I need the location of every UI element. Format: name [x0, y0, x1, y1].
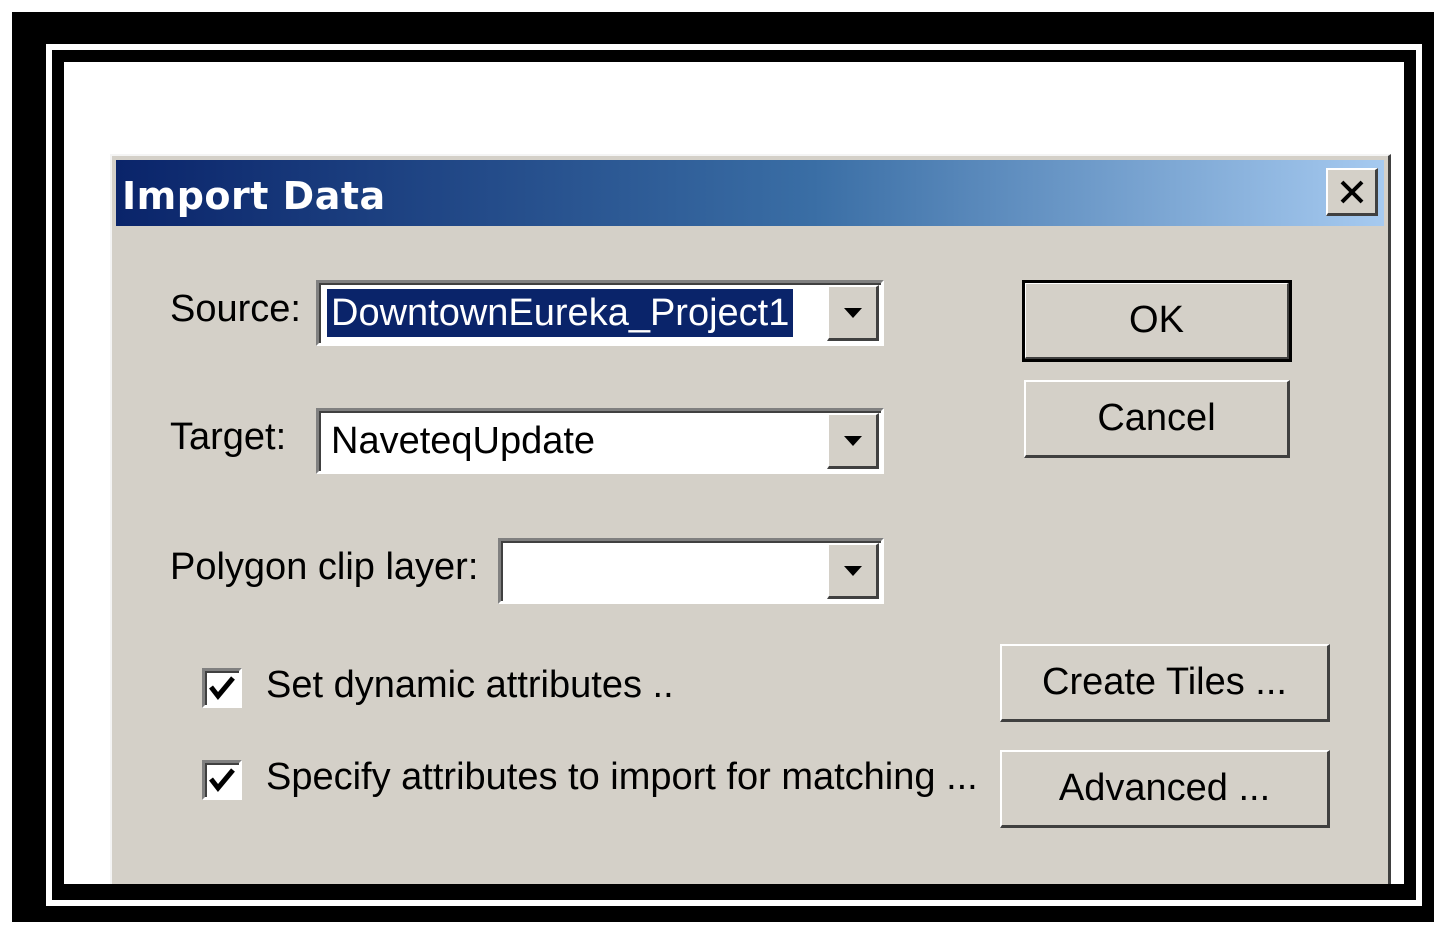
source-combo[interactable]: DowntownEureka_Project1 [316, 280, 884, 346]
chevron-down-icon [843, 565, 862, 576]
polygon-clip-dropdown-button[interactable] [827, 543, 879, 599]
dynamic-attributes-checkbox[interactable] [202, 668, 242, 708]
title-bar[interactable]: Import Data [116, 160, 1384, 226]
dialog-title: Import Data [122, 174, 386, 218]
create-tiles-button[interactable]: Create Tiles ... [1000, 644, 1330, 722]
close-icon [1340, 180, 1363, 203]
polygon-clip-value [509, 547, 517, 595]
polygon-clip-label: Polygon clip layer: [170, 546, 479, 588]
source-dropdown-button[interactable] [827, 285, 879, 341]
screen-area: Import Data Source: DowntownEureka_Proje… [64, 62, 1404, 884]
chevron-down-icon [843, 307, 862, 318]
background-window-edge [1394, 662, 1404, 722]
specify-attributes-label: Specify attributes to import for matchin… [266, 756, 978, 798]
target-dropdown-button[interactable] [827, 413, 879, 469]
advanced-button[interactable]: Advanced ... [1000, 750, 1330, 828]
checkmark-icon [209, 768, 235, 792]
source-label: Source: [170, 288, 301, 330]
ok-button[interactable]: OK [1022, 280, 1292, 362]
cancel-button[interactable]: Cancel [1024, 380, 1290, 458]
close-button[interactable] [1326, 168, 1378, 216]
specify-attributes-checkbox[interactable] [202, 760, 242, 800]
target-label: Target: [170, 416, 287, 458]
checkmark-icon [209, 676, 235, 700]
target-value: NaveteqUpdate [331, 420, 596, 462]
target-combo[interactable]: NaveteqUpdate [316, 408, 884, 474]
dynamic-attributes-label: Set dynamic attributes .. [266, 664, 674, 706]
polygon-clip-combo[interactable] [498, 538, 884, 604]
import-data-dialog: Import Data Source: DowntownEureka_Proje… [110, 154, 1391, 884]
chevron-down-icon [843, 435, 862, 446]
source-value: DowntownEureka_Project1 [327, 289, 794, 337]
